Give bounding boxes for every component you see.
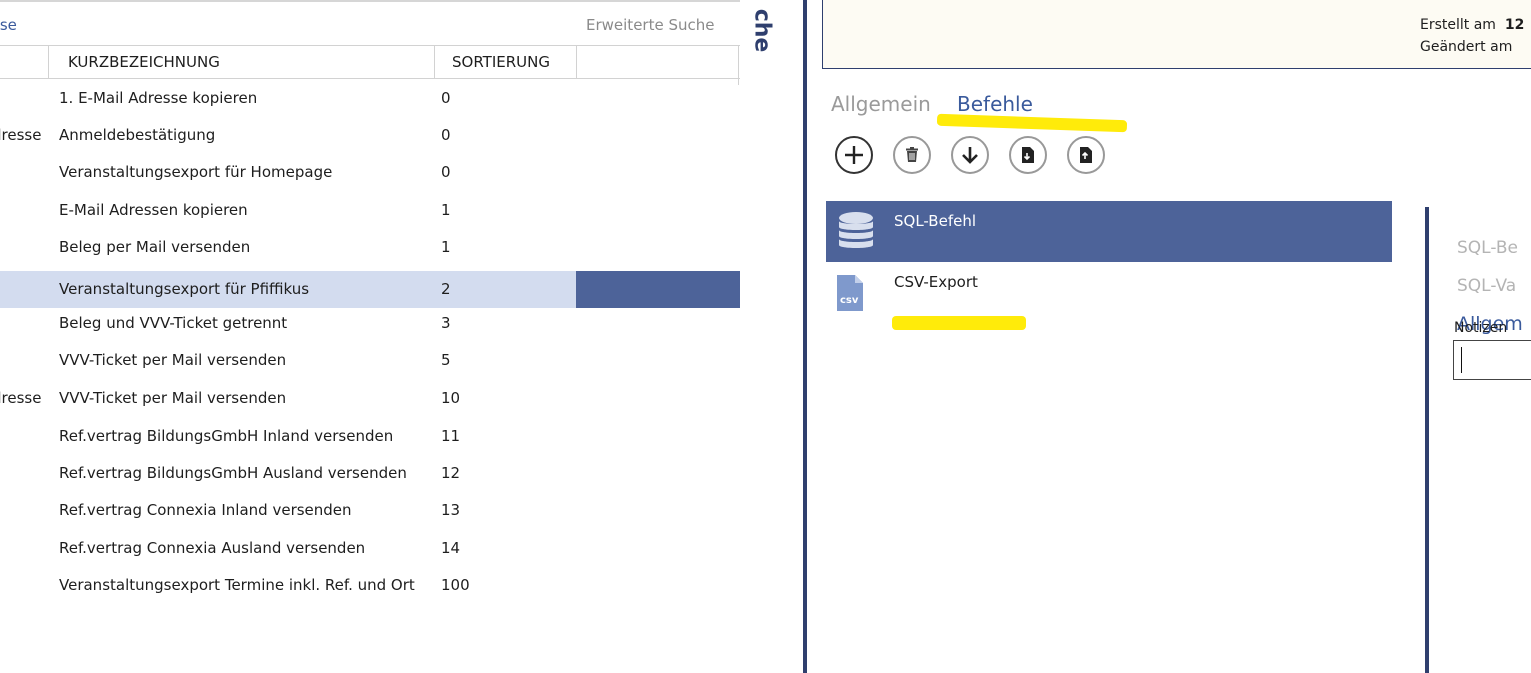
sort-cell: 0 [441, 126, 451, 144]
table-row[interactable]: dresse Anmeldebestätigung 0 [0, 117, 740, 154]
notes-field[interactable] [1453, 340, 1531, 380]
name-cell: Beleg per Mail versenden [59, 238, 251, 256]
sort-cell: 13 [441, 501, 461, 519]
sort-cell: 12 [441, 464, 461, 482]
search-panel-title: che [749, 8, 775, 53]
panel-splitter[interactable] [803, 0, 807, 673]
created-info: Erstellt am 12 [1420, 17, 1524, 33]
csv-file-icon-text: csv [840, 295, 859, 306]
list-item-label: CSV-Export [894, 273, 978, 291]
move-down-button[interactable] [951, 136, 989, 174]
notes-label: Notizen [1454, 320, 1508, 336]
sort-cell: 100 [441, 576, 470, 594]
delete-button[interactable] [893, 136, 931, 174]
table-row[interactable]: Ref.vertrag Connexia Inland versenden 13 [0, 492, 740, 529]
command-list-pane: sse Erweiterte Suche KURZBEZEICHNUNG SOR… [0, 0, 740, 673]
sort-cell: 2 [441, 280, 451, 298]
name-cell: Veranstaltungsexport für Pfiffikus [59, 280, 310, 298]
address-cell: dresse [0, 389, 42, 407]
property-tab-sql-befehl[interactable]: SQL-Be [1457, 238, 1518, 258]
grid-header: KURZBEZEICHNUNG SORTIERUNG [0, 45, 740, 79]
list-item-label: SQL-Befehl [894, 212, 977, 230]
name-cell: Veranstaltungsexport für Homepage [59, 163, 333, 181]
created-label: Erstellt am [1420, 17, 1496, 33]
name-cell: Ref.vertrag Connexia Inland versenden [59, 501, 352, 519]
selection-marker [576, 271, 740, 308]
sort-cell: 1 [441, 238, 451, 256]
import-button[interactable] [1009, 136, 1047, 174]
column-separator[interactable] [576, 46, 577, 78]
table-row[interactable]: E-Mail Adressen kopieren 1 [0, 192, 740, 229]
table-row[interactable]: Beleg per Mail versenden 1 [0, 229, 740, 266]
name-cell: Ref.vertrag BildungsGmbH Inland versende… [59, 427, 394, 445]
name-cell: E-Mail Adressen kopieren [59, 201, 248, 219]
sort-cell: 10 [441, 389, 461, 407]
address-link[interactable]: sse [0, 16, 17, 34]
name-cell: Ref.vertrag Connexia Ausland versenden [59, 539, 366, 557]
address-cell: dresse [0, 126, 42, 144]
column-header-kurzbezeichnung[interactable]: KURZBEZEICHNUNG [68, 46, 220, 78]
name-cell: 1. E-Mail Adresse kopieren [59, 89, 258, 107]
table-row[interactable]: 1. E-Mail Adresse kopieren 0 [0, 80, 740, 117]
sort-cell: 5 [441, 351, 451, 369]
sort-cell: 14 [441, 539, 461, 557]
arrow-down-icon [959, 144, 981, 166]
table-row-selected[interactable]: Veranstaltungsexport für Pfiffikus 2 [0, 271, 740, 308]
column-separator[interactable] [434, 46, 435, 78]
file-import-icon [1018, 145, 1038, 165]
sort-cell: 11 [441, 427, 461, 445]
detail-splitter[interactable] [1425, 207, 1429, 673]
column-header-sortierung[interactable]: SORTIERUNG [452, 46, 550, 78]
grid-border [738, 45, 739, 85]
list-item-sql-befehl[interactable] [826, 201, 1392, 262]
name-cell: VVV-Ticket per Mail versenden [59, 351, 287, 369]
table-row[interactable]: Ref.vertrag BildungsGmbH Ausland versend… [0, 455, 740, 492]
text-caret [1461, 347, 1462, 373]
name-cell: Anmeldebestätigung [59, 126, 216, 144]
sort-cell: 0 [441, 163, 451, 181]
table-row[interactable]: Beleg und VVV-Ticket getrennt 3 [0, 305, 740, 342]
table-row[interactable]: dresse VVV-Ticket per Mail versenden 10 [0, 380, 740, 417]
search-panel-tab[interactable]: che [744, 0, 784, 60]
top-divider [0, 0, 740, 2]
changed-label: Geändert am [1420, 39, 1513, 55]
table-row[interactable]: Veranstaltungsexport für Homepage 0 [0, 154, 740, 191]
name-cell: Beleg und VVV-Ticket getrennt [59, 314, 288, 332]
table-row[interactable]: VVV-Ticket per Mail versenden 5 [0, 342, 740, 379]
sort-cell: 1 [441, 201, 451, 219]
database-icon [826, 211, 886, 257]
column-separator[interactable] [48, 46, 49, 78]
file-export-icon [1076, 145, 1096, 165]
list-item-csv-export[interactable]: csv [826, 262, 1392, 324]
created-value: 12 [1504, 17, 1525, 33]
name-cell: Ref.vertrag BildungsGmbH Ausland versend… [59, 464, 407, 482]
tab-allgemein[interactable]: Allgemein [831, 92, 931, 116]
name-cell: Veranstaltungsexport Termine inkl. Ref. … [59, 576, 415, 594]
csv-file-icon: csv [835, 273, 865, 317]
advanced-search-link[interactable]: Erweiterte Suche [586, 16, 714, 34]
record-info-box [822, 0, 1531, 69]
table-row[interactable]: Ref.vertrag Connexia Ausland versenden 1… [0, 530, 740, 567]
tab-befehle[interactable]: Befehle [957, 92, 1033, 116]
table-row[interactable]: Veranstaltungsexport Termine inkl. Ref. … [0, 567, 740, 604]
trash-icon [902, 145, 922, 165]
property-tab-sql-variablen[interactable]: SQL-Va [1457, 276, 1516, 296]
name-cell: VVV-Ticket per Mail versenden [59, 389, 287, 407]
add-button[interactable] [835, 136, 873, 174]
add-icon [842, 143, 866, 167]
table-row[interactable]: Ref.vertrag BildungsGmbH Inland versende… [0, 418, 740, 455]
sort-cell: 0 [441, 89, 451, 107]
export-button[interactable] [1067, 136, 1105, 174]
highlight-mark [936, 113, 1128, 133]
sort-cell: 3 [441, 314, 451, 332]
changed-info: Geändert am [1420, 39, 1512, 55]
